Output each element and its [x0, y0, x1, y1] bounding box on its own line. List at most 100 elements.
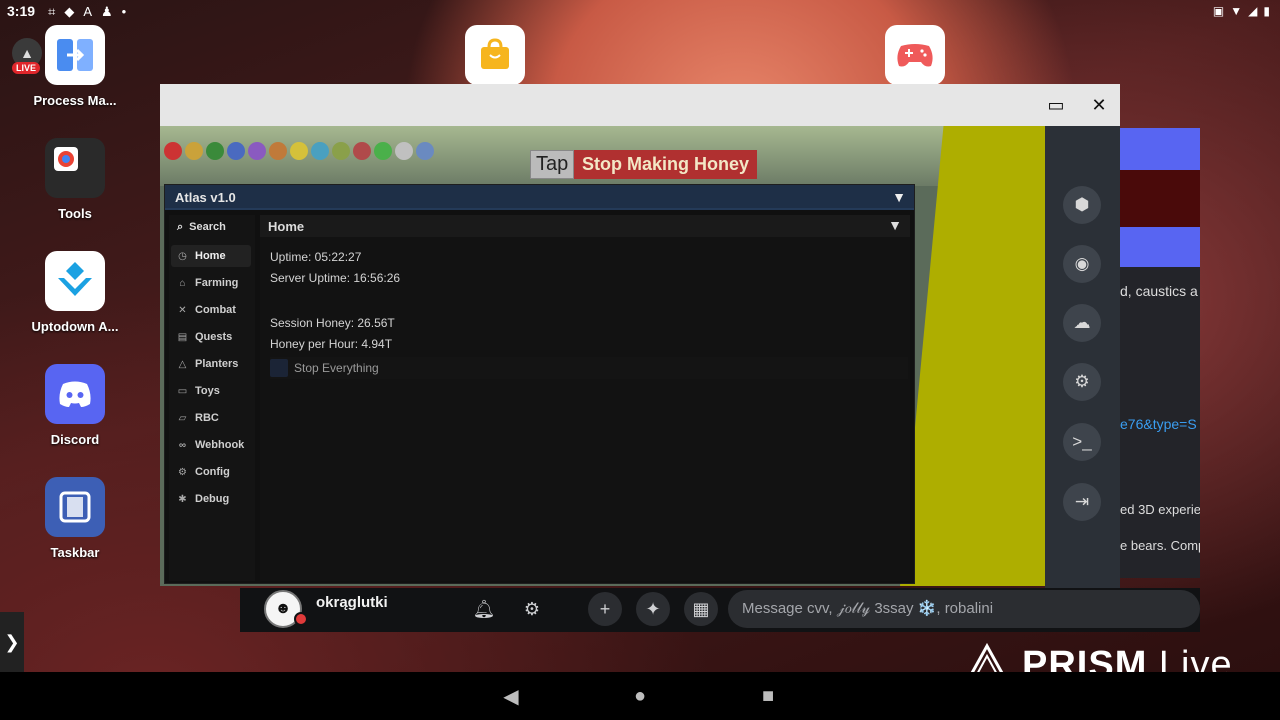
screenshot-icon: ⌗: [48, 4, 56, 19]
search-label: Search: [189, 221, 226, 233]
signal-icon: ◢: [1248, 4, 1258, 18]
atlas-window: Atlas v1.0 ▼ ⌕ Search ◷ Home ⌂ Farming ✕…: [164, 184, 915, 584]
atlas-titlebar[interactable]: Atlas v1.0 ▼: [165, 185, 914, 210]
cast-icon: ▣: [1212, 4, 1225, 18]
dot-icon: •: [121, 4, 127, 19]
game-center-icon[interactable]: [885, 25, 945, 85]
box-icon: ▭: [177, 385, 188, 397]
app-uptodown[interactable]: Uptodown A...: [20, 251, 130, 334]
discord-user-panel[interactable]: ☻ okrąglutki 🔔︎ ⚙: [240, 588, 570, 632]
username: okrąglutki: [316, 594, 388, 611]
gamepad-icon[interactable]: ◉: [1063, 245, 1101, 283]
app-label: Uptodown A...: [31, 319, 119, 334]
bg-page-banner: [1118, 170, 1200, 227]
uptime-text: Uptime: 05:22:27: [270, 250, 362, 264]
planter-icon: △: [178, 358, 187, 370]
window-titlebar[interactable]: ▭ ✕: [160, 84, 1120, 126]
gift-icon[interactable]: ▦: [684, 592, 718, 626]
system-icons: ▣ ▼ ◢ ▮: [1213, 4, 1270, 18]
nav-farming[interactable]: ⌂ Farming: [171, 272, 251, 294]
notification-icons: ⌗ ◆ A ♟ •: [48, 4, 126, 20]
shop-app-icon[interactable]: [465, 25, 525, 85]
nav-config[interactable]: ⚙ Config: [171, 461, 251, 483]
cloud-icon[interactable]: ☁: [1063, 304, 1101, 342]
clock-icon: ◷: [178, 250, 187, 262]
add-icon[interactable]: +: [588, 592, 622, 626]
taskbar-icon: [45, 477, 105, 537]
nav-rbc[interactable]: ▱ RBC: [171, 407, 251, 429]
exit-icon[interactable]: ⇥: [1063, 483, 1101, 521]
gear-icon[interactable]: ⚙: [517, 594, 547, 624]
stop-making-honey-button[interactable]: Stop Making Honey: [574, 150, 758, 179]
bug-icon: ✱: [178, 493, 187, 505]
nav-label: Home: [195, 250, 226, 262]
nav-label: Planters: [195, 358, 239, 370]
executor-side-panel: ⬢ ◉ ☁ ⚙ >_ ⇥: [1045, 126, 1120, 588]
message-input[interactable]: Message cvv, 𝒿𝑜𝓁𝓁𝓎 3ssay ❄️, robalini: [728, 590, 1200, 628]
nav-label: Toys: [195, 385, 220, 397]
wifi-icon: ▼: [1230, 4, 1243, 18]
maximize-icon[interactable]: ▭: [1045, 94, 1067, 116]
drawer-handle-chevron-icon[interactable]: ❯: [0, 612, 24, 672]
battery-icon: ▮: [1263, 4, 1270, 18]
nav-label: Webhook: [195, 439, 245, 451]
atlas-title: Atlas v1.0: [175, 190, 236, 205]
bell-icon[interactable]: 🔔︎: [469, 594, 499, 624]
status-time: 3:19: [7, 3, 36, 19]
tools-folder-icon: [45, 138, 105, 198]
nav-quests[interactable]: ▤ Quests: [171, 326, 251, 348]
collapse-icon[interactable]: ▼: [892, 189, 906, 205]
section-title: Home: [268, 219, 305, 234]
figure-icon: ♟: [101, 4, 113, 19]
app-tools[interactable]: Tools: [20, 138, 130, 221]
nav-label: Quests: [195, 331, 233, 343]
home-icon[interactable]: ⬢: [1063, 186, 1101, 224]
search-icon: ⌕: [177, 220, 184, 233]
gear-icon: ⚙: [178, 466, 187, 478]
tap-label: Tap: [530, 150, 575, 179]
status-bar: 3:19 ⌗ ◆ A ♟ • ▣ ▼ ◢ ▮: [0, 0, 1280, 24]
search-field[interactable]: ⌕ Search: [169, 215, 255, 239]
recents-icon[interactable]: ■: [756, 684, 780, 708]
close-icon[interactable]: ✕: [1088, 94, 1110, 116]
discord-icon: [45, 364, 105, 424]
nav-toys[interactable]: ▭ Toys: [171, 380, 251, 402]
nav-planters[interactable]: △ Planters: [171, 353, 251, 375]
stop-everything-toggle[interactable]: Stop Everything: [270, 357, 908, 379]
app-process-manager[interactable]: Process Ma...: [20, 25, 130, 108]
collapse-section-icon[interactable]: ▼: [888, 217, 902, 233]
session-honey-text: Session Honey: 26.56T: [270, 316, 395, 330]
stop-everything-label: Stop Everything: [294, 361, 379, 375]
server-uptime-text: Server Uptime: 16:56:26: [270, 271, 401, 285]
app-taskbar[interactable]: Taskbar: [20, 477, 130, 560]
nav-home[interactable]: ◷ Home: [171, 245, 251, 267]
nav-webhook[interactable]: ∞ Webhook: [171, 434, 251, 456]
discord-bottom-bar: ☻ okrąglutki 🔔︎ ⚙ + ✦ ▦ Message cvv, 𝒿𝑜𝓁…: [240, 588, 1200, 632]
app-label: Process Ma...: [33, 93, 117, 108]
dnd-status-icon: [294, 612, 308, 626]
apps-icon[interactable]: ✦: [636, 592, 670, 626]
navigation-bar: ◀ ● ■: [0, 672, 1280, 720]
atlas-content: Home ▼ Uptime: 05:22:27 Server Uptime: 1…: [260, 215, 910, 581]
background-webpage: d, caustics a e76&type=S ed 3D experie e…: [1118, 128, 1200, 578]
roblox-icon: ◆: [64, 4, 75, 19]
bg-text: e bears. Comp: [1120, 538, 1200, 553]
bg-page-button: [1118, 227, 1200, 267]
nav-combat[interactable]: ✕ Combat: [171, 299, 251, 321]
back-icon[interactable]: ◀: [499, 684, 523, 708]
honey-per-hour-text: Honey per Hour: 4.94T: [270, 337, 393, 351]
uptodown-icon: [45, 251, 105, 311]
nav-debug[interactable]: ✱ Debug: [171, 488, 251, 510]
swords-icon: ✕: [178, 304, 187, 316]
app-discord[interactable]: Discord: [20, 364, 130, 447]
section-header[interactable]: Home ▼: [260, 215, 910, 237]
game-hud-icons: [164, 142, 434, 160]
app-label: Taskbar: [50, 545, 100, 560]
settings-icon[interactable]: ⚙: [1063, 363, 1101, 401]
scroll-icon: ▤: [177, 331, 188, 343]
bg-text: ed 3D experie: [1120, 502, 1200, 517]
stop-everything-checkbox[interactable]: [270, 359, 288, 377]
nav-label: Farming: [195, 277, 239, 289]
terminal-icon[interactable]: >_: [1063, 423, 1101, 461]
home-button-icon[interactable]: ●: [628, 684, 652, 708]
